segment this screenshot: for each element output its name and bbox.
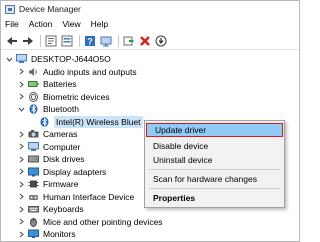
collapse-icon[interactable] [5,55,13,63]
keyboard-icon [28,204,39,214]
expand-icon[interactable] [17,130,25,138]
tree-item-label: Cameras [43,129,78,140]
tree-item-label: Display adapters [43,166,107,177]
forward-arrow-icon[interactable] [21,34,35,48]
window-title: Device Manager [19,4,81,14]
camera-icon [28,129,39,139]
battery-icon [28,79,39,89]
tree-item-label: Intel(R) Wireless Bluet [56,116,141,127]
bluetooth-icon [28,104,39,115]
tree-item-intel-wireless-bluetooth[interactable]: Intel(R) Wireless Bluet [39,115,143,129]
expand-icon[interactable] [17,168,25,176]
toolbar-separator [79,34,80,47]
menu-item-label: Scan for hardware changes [153,174,257,184]
expand-icon[interactable] [17,68,25,76]
disk-icon [28,154,39,164]
bluetooth-icon [39,116,50,127]
back-arrow-icon[interactable] [5,34,19,48]
expand-icon[interactable] [17,93,25,101]
tree-item-label: Computer [43,141,81,152]
tree-item-label: Human Interface Device [43,191,135,202]
menu-view[interactable]: View [62,19,80,29]
expand-icon[interactable] [17,230,25,238]
menu-separator [149,169,280,170]
tree-item-keyboards[interactable]: Keyboards [17,203,84,216]
tree-item-label: Bluetooth [43,104,79,115]
expand-icon[interactable] [17,180,25,188]
tree-item-disk-drives[interactable]: Disk drives [17,153,85,166]
properties-icon[interactable] [44,34,58,48]
properties-menu-item[interactable]: Properties [145,191,284,205]
computer-name: DESKTOP-J644O5O [31,54,111,65]
tree-item-computer[interactable]: Computer [17,141,80,154]
menu-bar: File Action View Help [1,17,299,31]
tree-item-firmware[interactable]: Firmware [17,178,78,191]
expand-icon[interactable] [17,218,25,226]
tree-item-cameras[interactable]: Cameras [17,128,77,141]
tree-item-batteries[interactable]: Batteries [17,78,77,91]
expand-icon[interactable] [17,143,25,151]
speaker-icon [28,67,39,77]
tree-item-mice[interactable]: Mice and other pointing devices [17,216,163,229]
menu-item-label: Properties [153,193,196,203]
tree-item-label: Audio inputs and outputs [43,66,137,77]
menu-help[interactable]: Help [91,19,108,29]
help-icon[interactable]: ? [83,34,97,48]
hid-icon [28,192,39,202]
scan-icon[interactable] [154,34,168,48]
tree-item-label: Firmware [43,179,79,190]
chip-icon [28,179,39,189]
tree-item-audio[interactable]: Audio inputs and outputs [17,66,137,79]
tree-item-label: Biometric devices [43,91,110,102]
computer-icon [28,141,39,152]
expand-icon[interactable] [17,80,25,88]
tree-item-biometric[interactable]: Biometric devices [17,91,110,104]
tree-item-monitors[interactable]: Monitors [17,228,76,241]
tree-item-label: Disk drives [43,154,85,165]
tree-item-label: Monitors [43,229,76,240]
fingerprint-icon [28,91,39,102]
toolbar: ? [1,32,299,50]
menu-file[interactable]: File [5,19,19,29]
toolbar-separator [40,34,41,47]
scan-hardware-menu-item[interactable]: Scan for hardware changes [145,172,284,186]
tree-item-human-interface-devices[interactable]: Human Interface Device [17,191,134,204]
device-manager-icon [5,4,15,14]
collapse-icon[interactable] [17,105,25,113]
menu-item-label: Uninstall device [153,155,213,165]
computer-icon [16,54,27,64]
list-view-icon[interactable] [60,34,74,48]
toolbar-separator [118,34,119,47]
expand-icon[interactable] [17,193,25,201]
monitor-icon[interactable] [99,34,113,48]
expand-icon[interactable] [17,205,25,213]
tree-item-label: Mice and other pointing devices [43,216,163,227]
menu-item-label: Disable device [153,141,209,151]
svg-text:?: ? [87,36,93,46]
title-bar: Device Manager [1,1,299,17]
uninstall-device-menu-item[interactable]: Uninstall device [145,153,284,167]
update-driver-menu-item[interactable]: Update driver [146,123,283,137]
mouse-icon [28,217,39,227]
expand-icon[interactable] [17,155,25,163]
device-manager-window: Device Manager File Action View Help ? D… [0,0,300,242]
tree-item-display-adapters[interactable]: Display adapters [17,166,106,179]
menu-separator [149,188,280,189]
menu-action[interactable]: Action [29,19,53,29]
update-driver-icon[interactable] [122,34,136,48]
tree-item-bluetooth[interactable]: Bluetooth [17,103,79,116]
context-menu: Update driver Disable device Uninstall d… [144,120,285,208]
disable-device-menu-item[interactable]: Disable device [145,139,284,153]
tree-root[interactable]: DESKTOP-J644O5O [5,53,111,66]
display-icon [28,167,39,177]
tree-item-label: Batteries [43,79,77,90]
monitor-icon [28,229,39,239]
remove-device-icon[interactable] [138,34,152,48]
tree-item-label: Keyboards [43,204,84,215]
menu-item-label: Update driver [155,125,207,135]
